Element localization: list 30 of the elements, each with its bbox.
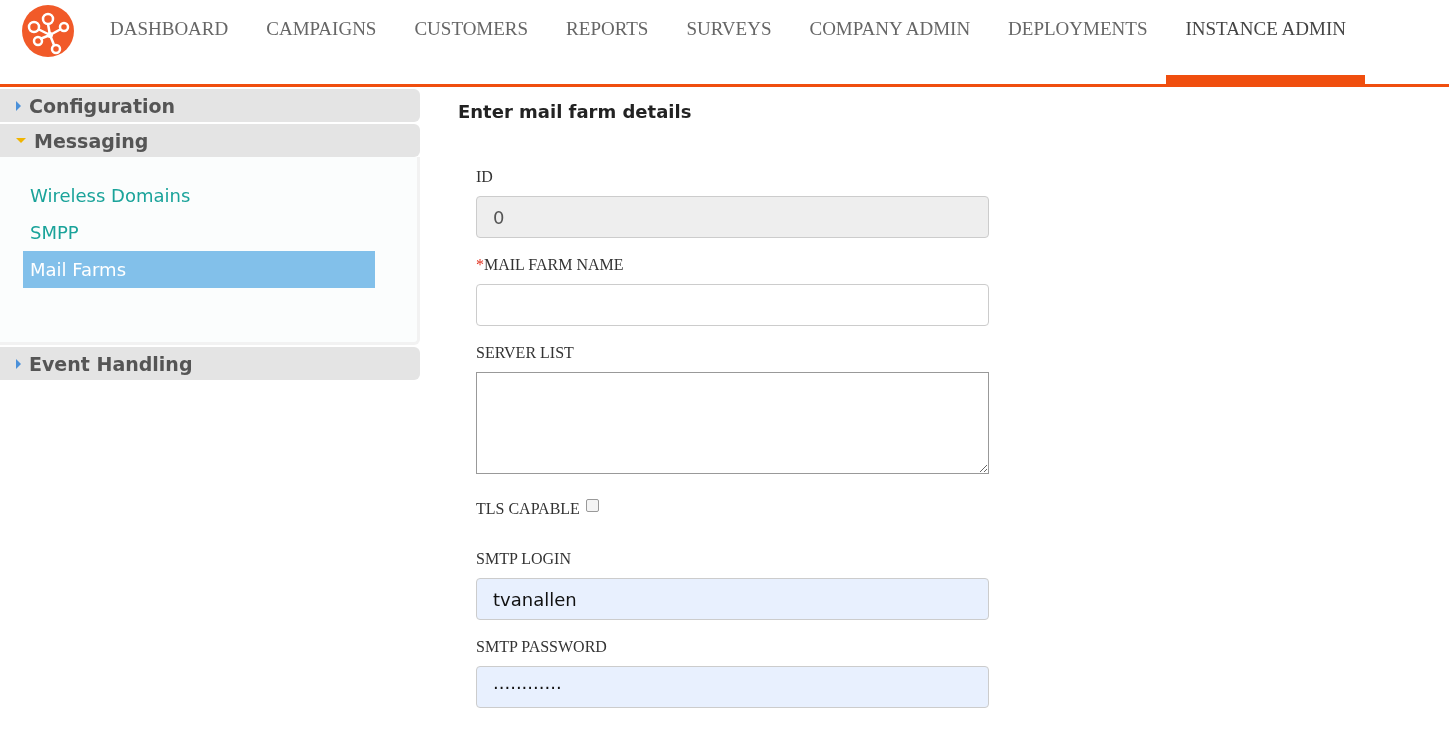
- textarea-field[interactable]: [476, 372, 989, 474]
- checkbox[interactable]: [585, 498, 599, 512]
- nav-tab[interactable]: COMPANY ADMIN: [790, 0, 990, 84]
- nav-tab[interactable]: REPORTS: [547, 0, 668, 84]
- accordion-header[interactable]: Event Handling: [0, 347, 420, 380]
- field-label: SMTP PASSWORD: [476, 638, 607, 656]
- field-label: TLS CAPABLE: [476, 500, 580, 518]
- input-field[interactable]: [476, 284, 989, 326]
- input-field[interactable]: tvanallen: [476, 578, 989, 620]
- field-label: SERVER LIST: [476, 344, 574, 362]
- input-field[interactable]: ············: [476, 666, 989, 708]
- sidebar-link[interactable]: SMPP: [23, 214, 375, 251]
- caret-icon: [16, 358, 21, 369]
- form-title: Enter mail farm details: [458, 101, 693, 122]
- accordion-header[interactable]: Configuration: [0, 89, 420, 122]
- logo-icon[interactable]: [22, 5, 74, 57]
- nav-tab[interactable]: DASHBOARD: [91, 0, 248, 84]
- field-label: ID: [476, 168, 493, 186]
- sidebar-link[interactable]: Wireless Domains: [23, 177, 375, 214]
- nav-tab[interactable]: DEPLOYMENTS: [989, 0, 1167, 84]
- nav-tab[interactable]: SURVEYS: [667, 0, 791, 84]
- nav-tab[interactable]: CUSTOMERS: [395, 0, 548, 84]
- nav-tab[interactable]: INSTANCE ADMIN: [1166, 0, 1365, 84]
- nav-tab[interactable]: CAMPAIGNS: [247, 0, 396, 84]
- accordion-header[interactable]: Messaging: [0, 124, 420, 157]
- caret-icon: [16, 138, 26, 143]
- required-mark: *: [476, 256, 484, 274]
- caret-icon: [16, 100, 21, 111]
- field-label: SMTP LOGIN: [476, 550, 571, 568]
- field-label: MAIL FARM NAME: [484, 256, 624, 274]
